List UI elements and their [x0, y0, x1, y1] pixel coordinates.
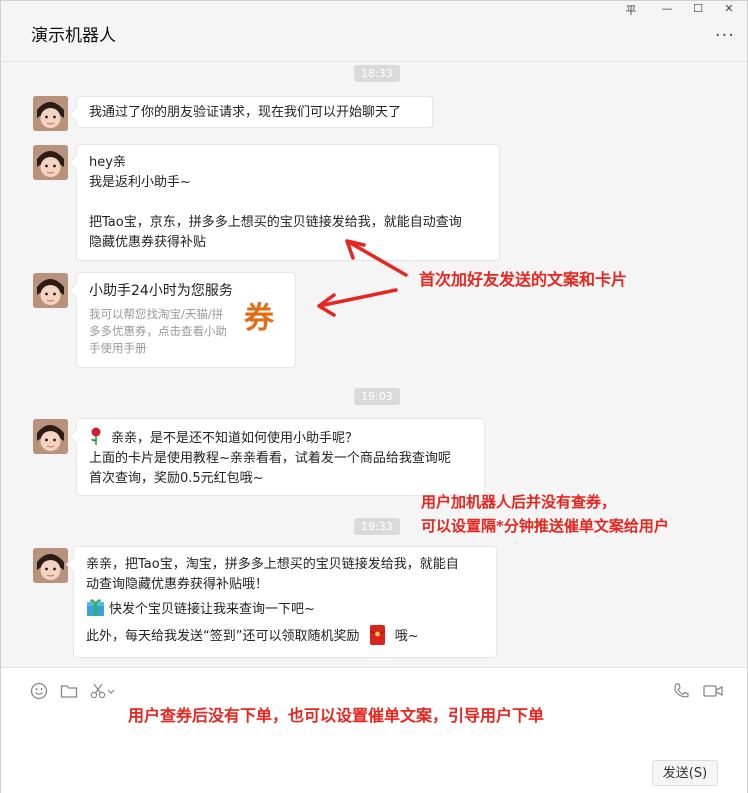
emoji-icon[interactable] [30, 682, 48, 704]
screenshot-scissors-icon[interactable] [90, 682, 116, 704]
input-area[interactable]: 用户查券后没有下单，也可以设置催单文案，引导用户下单 发送(S) [1, 667, 747, 793]
annotation-no-coupon-line2: 可以设置隔*分钟推送催单文案给用户 [421, 517, 669, 535]
minimize-button[interactable]: — [657, 2, 677, 15]
pin-icon[interactable]: 平 [621, 2, 641, 18]
annotation-no-coupon-line1: 用户加机器人后并没有查券， [421, 493, 617, 511]
more-options-icon[interactable]: ··· [715, 25, 735, 46]
send-button[interactable]: 发送(S) [652, 760, 718, 786]
annotation-first-add: 首次加好友发送的文案和卡片 [419, 270, 628, 289]
maximize-button[interactable]: ☐ [688, 2, 708, 15]
annotation-after-query: 用户查券后没有下单，也可以设置催单文案，引导用户下单 [128, 706, 545, 725]
message-list[interactable]: 18:33 我通过了你的朋友验证请求，现在我们可以开始聊天了 hey亲 我是返利… [1, 62, 747, 666]
close-button[interactable]: ✕ [719, 2, 739, 15]
annotation-arrow [345, 239, 408, 277]
title-bar: 演示机器人 平 — ☐ ✕ ··· [1, 1, 747, 62]
chat-title: 演示机器人 [31, 26, 116, 46]
annotation-arrows [317, 239, 408, 317]
chat-window: 演示机器人 平 — ☐ ✕ ··· 18:33 我通过了你的朋友验证请求，现在我… [0, 0, 748, 793]
phone-icon[interactable] [672, 682, 690, 704]
folder-icon[interactable] [60, 682, 78, 704]
video-call-icon[interactable] [703, 682, 723, 704]
annotation-arrow [317, 288, 398, 317]
